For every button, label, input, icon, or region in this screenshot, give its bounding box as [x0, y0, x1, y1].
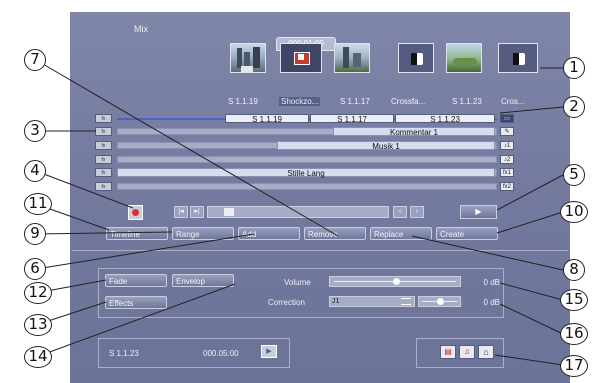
callout-13: 13 — [24, 314, 52, 336]
callout-4: 4 — [24, 160, 46, 182]
callout-10: 10 — [560, 201, 588, 223]
callout-16: 16 — [560, 323, 588, 345]
callout-12: 12 — [24, 282, 52, 304]
callout-17: 17 — [560, 355, 588, 377]
callout-7: 7 — [24, 49, 46, 71]
callout-14: 14 — [24, 346, 52, 368]
callout-6: 6 — [24, 258, 46, 280]
callout-5: 5 — [563, 164, 585, 186]
callout-11: 11 — [24, 193, 52, 215]
callout-8: 8 — [563, 259, 585, 281]
callout-2: 2 — [563, 96, 585, 118]
callout-lines — [35, 59, 564, 366]
callout-3: 3 — [24, 120, 46, 142]
callout-15: 15 — [560, 289, 588, 311]
callout-9: 9 — [24, 223, 46, 245]
callout-1: 1 — [563, 57, 585, 79]
